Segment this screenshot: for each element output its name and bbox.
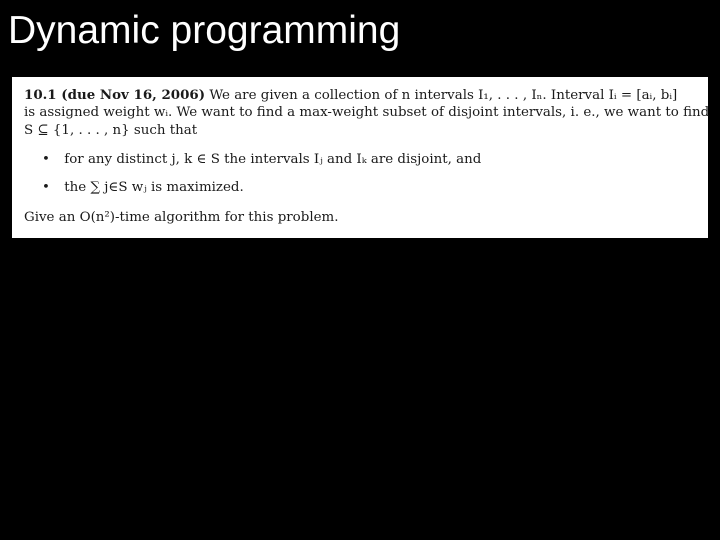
problem-statement-box: 10.1 (due Nov 16, 2006) We are given a c… — [12, 77, 710, 238]
problem-line-1: 10.1 (due Nov 16, 2006) We are given a c… — [24, 86, 696, 105]
bullet-item-disjoint: • for any distinct j, k ∈ S the interval… — [42, 151, 696, 169]
bullet-text: for any distinct j, k ∈ S the intervals … — [64, 152, 482, 167]
problem-label: 10.1 (due Nov 16, 2006) — [24, 87, 206, 103]
problem-line-1-text: We are given a collection of n intervals… — [209, 88, 678, 103]
bullet-icon: • — [42, 152, 50, 167]
slide-title: Dynamic programming — [8, 9, 401, 52]
problem-closing: Give an O(n²)-time algorithm for this pr… — [24, 210, 339, 225]
bullet-text: the ∑ j∈S wⱼ is maximized. — [64, 180, 244, 195]
bullet-item-maximized: • the ∑ j∈S wⱼ is maximized. — [42, 179, 696, 197]
problem-line-3: S ⊆ {1, . . . , n} such that — [24, 123, 198, 138]
bullet-icon: • — [42, 180, 50, 195]
problem-line-2: is assigned weight wᵢ. We want to find a… — [24, 105, 710, 120]
